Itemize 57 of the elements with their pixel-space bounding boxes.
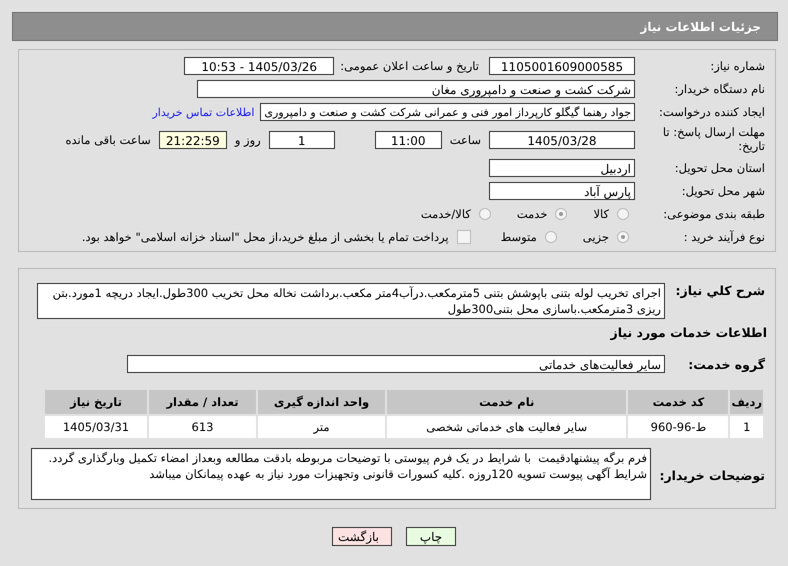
- field-label: شماره نیاز:: [709, 59, 766, 73]
- table-cell: 613: [148, 415, 257, 439]
- checkbox-label: پرداخت تمام یا بخشی از مبلغ خرید،از محل "اسناد خزانه اسلامی" خواهد بود.: [82, 230, 449, 244]
- table-cell: سایر فعالیت های خدماتی شخصی: [386, 415, 628, 439]
- buyer-contact-link[interactable]: اطلاعات تماس خریدار: [152, 106, 254, 118]
- field-label: توضیحات خریدار:: [658, 468, 766, 483]
- radio-label: خدمت: [516, 207, 548, 221]
- field-label: نوع فرآیند خرید :: [682, 230, 766, 244]
- field-label: ساعت: [450, 133, 481, 147]
- field-label: استان محل تحویل:: [674, 161, 766, 175]
- table-cell: ط-96-960: [627, 415, 730, 439]
- service-group-field: سایر فعالیت‌های خدماتی: [127, 355, 665, 373]
- buyer-notes-text-area: فرم برگه پیشنهادقیمت با شرایط در یک فرم پیوستی با توضیحات مربوطه بادقت مطالعه وبعداز امضاء تکمیل وبارگذاری گردد. شرایط آگهی پیوست تسویه 120روزه .کلیه کسورات قانونی وتجهیزات مورد نیاز به عهده پیمانکان میباشد: [31, 448, 651, 500]
- field-label: شرح کلي نياز:: [674, 283, 766, 298]
- back-button[interactable]: بازگشت: [332, 527, 392, 546]
- deadline-time-field: 11:00: [374, 131, 442, 149]
- column-header: کد خدمت: [627, 389, 730, 415]
- field-label: تاریخ و ساعت اعلان عمومی:: [340, 59, 479, 73]
- radio-label: کالا/خدمت: [420, 207, 471, 221]
- buyer-org-field: شرکت کشت و صنعت و دامپروری مغان: [197, 80, 635, 98]
- radio-button[interactable]: [617, 231, 629, 243]
- field-label: روز و: [234, 133, 261, 147]
- print-button[interactable]: چاپ: [406, 527, 456, 546]
- table-cell: 1405/03/31: [44, 415, 148, 439]
- field-label: ایجاد کننده درخواست:: [658, 105, 766, 119]
- creator-field: جواد رهنما گیگلو کارپرداز امور فنی و عمرانی شرکت کشت و صنعت و دامپروری: [260, 103, 635, 121]
- need-number-field: 1105001609000585: [489, 57, 635, 75]
- days-field: 1: [268, 131, 335, 149]
- radio-label: کالا: [593, 207, 609, 221]
- radio-button[interactable]: [478, 208, 491, 220]
- field-label: مهلت ارسال پاسخ: تا تاریخ:: [662, 126, 766, 154]
- radio-button[interactable]: [555, 208, 568, 220]
- radio-button[interactable]: [617, 208, 629, 220]
- field-label: ساعت باقی مانده: [66, 133, 151, 147]
- field-label: طبقه بندی موضوعی:: [662, 207, 766, 221]
- city-field: پارس آباد: [489, 182, 635, 200]
- province-field: اردبیل: [489, 159, 635, 177]
- column-header: تاریخ نیاز: [44, 389, 148, 415]
- radio-label: متوسط: [500, 230, 537, 244]
- table-cell: متر: [257, 415, 386, 439]
- summary-text-area: اجرای تخریب لوله بتنی باپوشش بتنی 5مترمکعب.درآب4متر مکعب.برداشت نخاله محل تخریب 300طول.ایجاد دریچه 1مورد.بتن ریزی 3مترمکعب.باسازی محل بتنی300طول: [37, 283, 665, 319]
- column-header: تعداد / مقدار: [148, 389, 257, 415]
- announce-date-field: 1405/03/26 - 10:53: [184, 57, 334, 75]
- table-cell: 1: [729, 415, 764, 439]
- field-label: گروه خدمت:: [687, 356, 766, 372]
- deadline-date-field: 1405/03/28: [489, 131, 635, 149]
- remaining-time-field: 21:22:59: [158, 131, 227, 149]
- column-header: واحد اندازه گیری: [257, 389, 386, 415]
- section-heading: اطلاعات خدمات مورد نياز: [609, 325, 768, 340]
- radio-label: جزیی: [582, 230, 609, 244]
- radio-button[interactable]: [544, 231, 557, 243]
- field-label: شهر محل تحویل:: [680, 184, 766, 198]
- field-label: نام دستگاه خریدار:: [673, 82, 766, 96]
- column-header: نام خدمت: [386, 389, 628, 415]
- column-header: ردیف: [729, 389, 764, 415]
- page-title: جزئیات اطلاعات نیاز: [640, 20, 761, 34]
- checkbox[interactable]: [456, 230, 471, 244]
